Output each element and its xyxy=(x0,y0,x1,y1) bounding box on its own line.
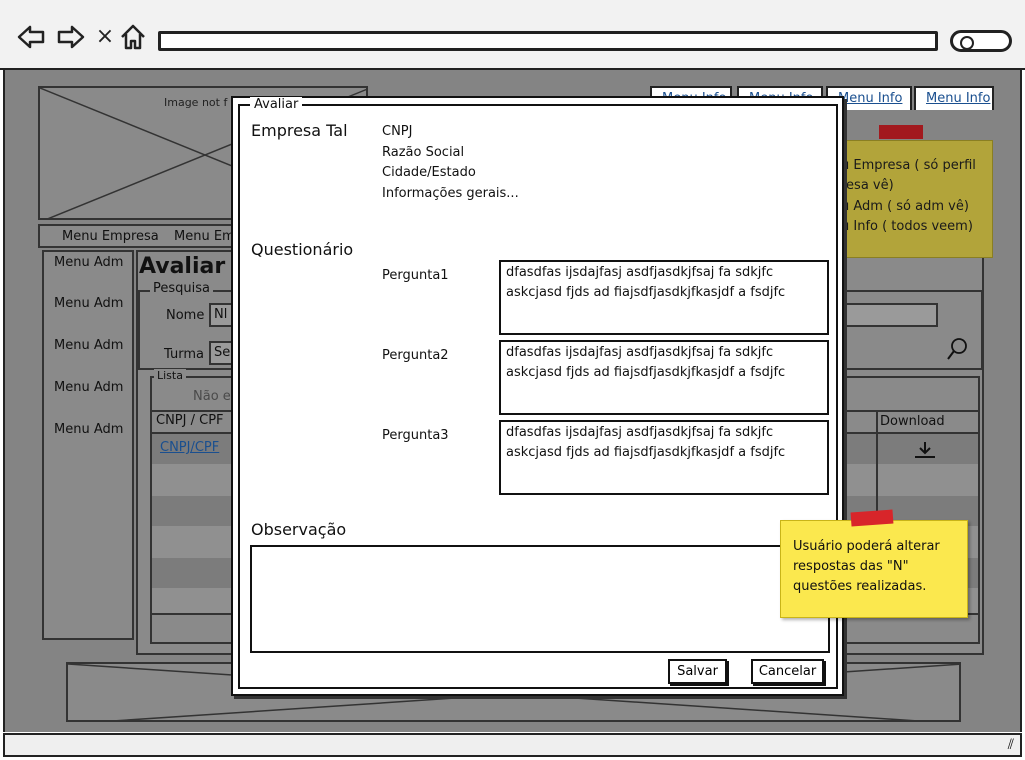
browser-search-field[interactable] xyxy=(950,30,1012,52)
question-label-2: Pergunta2 xyxy=(382,348,449,363)
column-header-cnpj: CNPJ / CPF xyxy=(156,413,224,428)
observation-title: Observação xyxy=(251,520,347,539)
sticky-note-line: u Empresa ( só perfil xyxy=(841,158,976,173)
company-cnpj: CNPJ xyxy=(382,124,413,139)
turma-label: Turma xyxy=(164,347,204,362)
address-bar[interactable] xyxy=(158,31,938,51)
tab-menu-info-4[interactable]: Menu Info xyxy=(914,86,994,110)
observation-textarea[interactable] xyxy=(250,545,830,653)
sticky-note-permissions: u Empresa ( só perfil resa vê) u Adm ( s… xyxy=(830,125,993,258)
forward-arrow-icon[interactable] xyxy=(56,22,86,52)
sidebar-item-menu-adm[interactable]: Menu Adm xyxy=(54,422,123,437)
search-input-right[interactable] xyxy=(843,303,938,327)
sidebar-item-menu-adm[interactable]: Menu Adm xyxy=(54,380,123,395)
search-icon xyxy=(960,36,974,50)
search-icon[interactable] xyxy=(946,337,968,361)
empty-list-text: Não e xyxy=(193,389,231,404)
sidebar: Menu Adm Menu Adm Menu Adm Menu Adm Menu… xyxy=(42,250,134,640)
close-icon[interactable]: × xyxy=(90,22,120,52)
image-placeholder-text: Image not f xyxy=(164,96,228,109)
question-label-3: Pergunta3 xyxy=(382,428,449,443)
sticky-note-annotation: Usuário poderá alterar respostas das "N"… xyxy=(780,509,968,618)
company-name: Empresa Tal xyxy=(251,121,348,140)
search-fieldset-legend: Pesquisa xyxy=(150,281,213,296)
company-general-info: Informações gerais... xyxy=(382,186,519,201)
sidebar-item-menu-adm[interactable]: Menu Adm xyxy=(54,255,123,270)
questionnaire-title: Questionário xyxy=(251,240,354,259)
answer-textarea-3[interactable]: dfasdfas ijsdajfasj asdfjasdkjfsaj fa sd… xyxy=(499,420,829,495)
page-title: Avaliar xyxy=(139,254,226,279)
download-icon[interactable] xyxy=(913,440,937,460)
resize-grip-icon[interactable]: ⫽ xyxy=(1008,737,1014,753)
sticky-note-text: Usuário poderá alterar respostas das "N"… xyxy=(793,539,940,594)
column-header-download: Download xyxy=(880,414,945,429)
answer-textarea-2[interactable]: dfasdfas ijsdajfasj asdfjasdkjfsaj fa sd… xyxy=(499,340,829,415)
list-fieldset-legend: Lista xyxy=(154,369,186,382)
sidebar-item-menu-adm[interactable]: Menu Adm xyxy=(54,338,123,353)
status-bar: ⫽ xyxy=(3,733,1022,757)
cancel-button[interactable]: Cancelar xyxy=(751,659,824,684)
sticky-note-line: resa vê) xyxy=(841,178,894,193)
home-icon[interactable] xyxy=(118,22,148,52)
dialog-title: Avaliar xyxy=(250,97,303,112)
sidebar-item-menu-adm[interactable]: Menu Adm xyxy=(54,296,123,311)
nav-item-menu-empresa[interactable]: Menu Empresa xyxy=(62,229,159,244)
tape xyxy=(879,125,923,139)
save-button[interactable]: Salvar xyxy=(668,659,727,684)
sticky-note-line: u Info ( todos veem) xyxy=(841,219,973,234)
company-city-state: Cidade/Estado xyxy=(382,165,476,180)
question-label-1: Pergunta1 xyxy=(382,268,449,283)
sticky-note-line: u Adm ( só adm vê) xyxy=(841,199,969,214)
nome-label: Nome xyxy=(166,308,205,323)
company-razao-social: Razão Social xyxy=(382,145,465,160)
cnpj-link[interactable]: CNPJ/CPF xyxy=(160,440,219,455)
tape xyxy=(850,509,894,527)
back-arrow-icon[interactable] xyxy=(16,22,46,52)
answer-textarea-1[interactable]: dfasdfas ijsdajfasj asdfjasdkjfsaj fa sd… xyxy=(499,260,829,335)
